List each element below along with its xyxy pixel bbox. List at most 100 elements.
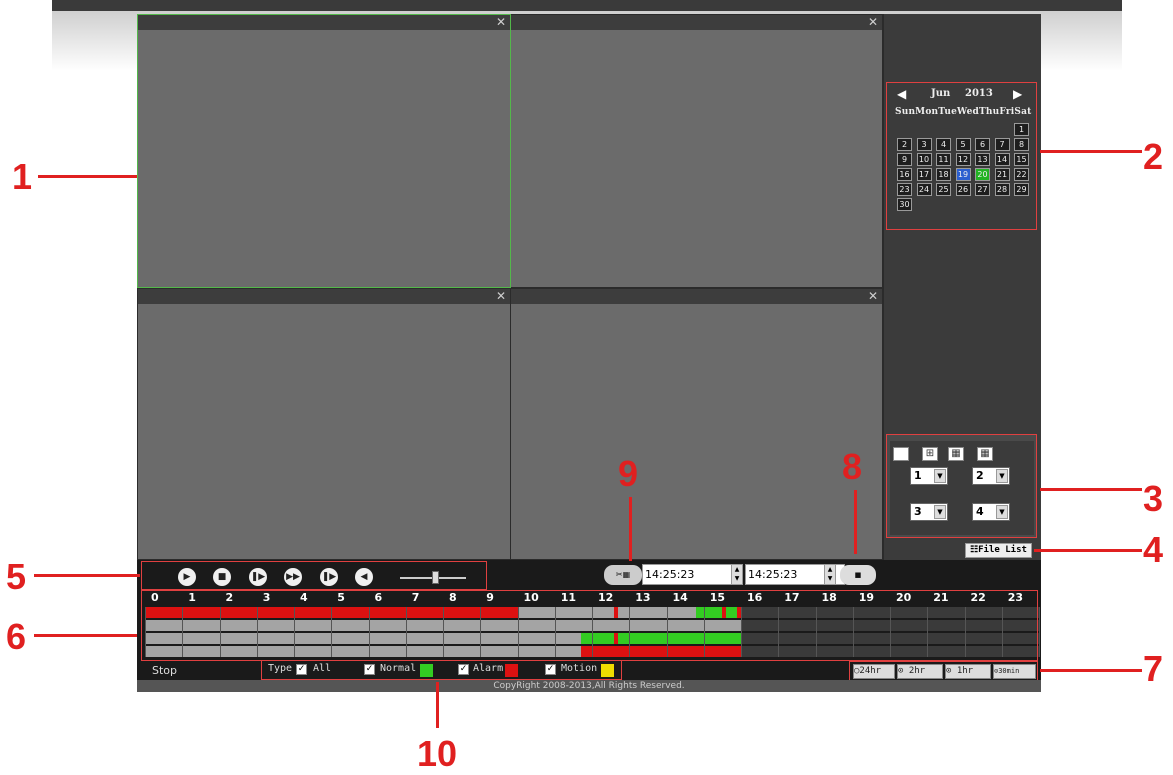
calendar-day[interactable]: 15: [1014, 153, 1029, 166]
play-icon[interactable]: ▶: [178, 568, 196, 586]
zoom-30min-radio[interactable]: ⊙30min: [993, 664, 1036, 679]
video-pane-1[interactable]: ✕: [137, 14, 511, 288]
channel-select-1[interactable]: 1 ▼: [910, 467, 948, 485]
start-time-spinner[interactable]: ▲ ▼: [731, 564, 743, 585]
channel-select-value: 1: [914, 469, 922, 482]
zoom-label: 1hr: [956, 666, 974, 676]
alarm-label: Alarm: [473, 663, 504, 674]
playback-status: Stop: [152, 664, 178, 677]
top-menu-bar: [52, 0, 1122, 11]
zoom-label: 30min: [998, 667, 1020, 675]
calendar-header: ◀ Jun 2013 ▶: [887, 87, 1036, 103]
calendar-day[interactable]: 28: [994, 183, 1010, 196]
pane-header: [511, 15, 882, 30]
start-time-input[interactable]: 14:25:23: [642, 564, 742, 585]
video-pane-4[interactable]: ✕: [511, 289, 882, 559]
video-pane-3[interactable]: ✕: [138, 289, 510, 559]
calendar-day[interactable]: 12: [955, 153, 971, 166]
alarm-checkbox[interactable]: ✓: [458, 664, 469, 675]
zoom-24hr-radio[interactable]: ○24hr: [853, 664, 895, 679]
timeline-frame: [141, 590, 1038, 661]
save-icon[interactable]: ▪: [840, 565, 876, 585]
close-icon[interactable]: ✕: [496, 15, 506, 30]
close-icon[interactable]: ✕: [868, 15, 878, 30]
chevron-down-icon: ▼: [996, 505, 1008, 519]
chevron-down-icon: ▼: [934, 505, 946, 519]
calendar-day[interactable]: 19: [955, 168, 971, 181]
video-pane-2[interactable]: ✕: [511, 15, 882, 287]
calendar-day[interactable]: 17: [916, 168, 932, 181]
all-checkbox[interactable]: ✓: [296, 664, 307, 675]
calendar-day[interactable]: 3: [916, 138, 932, 151]
next-month-icon[interactable]: ▶: [1013, 87, 1022, 101]
pane-header: [138, 15, 510, 30]
clip-icon[interactable]: ✂▦: [604, 565, 642, 585]
calendar-day[interactable]: 4: [936, 138, 951, 151]
motion-checkbox[interactable]: ✓: [545, 664, 556, 675]
playback-controls: ▶ ■ ❚▶ ▶▶ ❚▶ ◀: [141, 561, 487, 590]
volume-icon[interactable]: ◀: [355, 568, 373, 586]
calendar-day[interactable]: 21: [994, 168, 1010, 181]
calendar-day[interactable]: 29: [1014, 183, 1029, 196]
close-icon[interactable]: ✕: [496, 289, 506, 304]
channel-select-3[interactable]: 3 ▼: [910, 503, 948, 521]
calendar-day[interactable]: 16: [897, 168, 912, 181]
step-forward-icon[interactable]: ❚▶: [320, 568, 338, 586]
calendar-day[interactable]: 23: [897, 183, 912, 196]
zoom-1hr-radio[interactable]: ⊙ 1hr: [945, 664, 991, 679]
callout-line: [38, 175, 137, 178]
calendar-day[interactable]: 25: [936, 183, 951, 196]
callout-line: [854, 490, 857, 554]
prev-month-icon[interactable]: ◀: [897, 87, 906, 101]
calendar-day[interactable]: 14: [994, 153, 1010, 166]
zoom-label: 24hr: [859, 666, 882, 676]
split-1-icon[interactable]: [893, 447, 909, 461]
split-4-icon[interactable]: ⊞: [922, 447, 938, 461]
callout-2: 2: [1143, 136, 1164, 177]
calendar-day[interactable]: 22: [1014, 168, 1029, 181]
calendar-day[interactable]: 5: [955, 138, 971, 151]
callout-7: 7: [1143, 648, 1164, 689]
calendar-day[interactable]: 2: [897, 138, 912, 151]
timeline-hour-label: 24: [1045, 591, 1061, 604]
calendar-day[interactable]: 11: [936, 153, 951, 166]
timeline-gridline: [1039, 607, 1040, 657]
fast-forward-icon[interactable]: ▶▶: [284, 568, 302, 586]
calendar-day[interactable]: 8: [1014, 138, 1029, 151]
callout-line: [1040, 488, 1142, 491]
channel-select-4[interactable]: 4 ▼: [972, 503, 1010, 521]
calendar-day[interactable]: 20: [975, 168, 990, 181]
calendar-weekdays: SunMonTueWedThuFriSat: [895, 107, 1032, 117]
pause-icon[interactable]: ❚▶: [249, 568, 267, 586]
calendar-day[interactable]: 6: [975, 138, 990, 151]
calendar-month: Jun: [931, 88, 951, 99]
split-9-icon[interactable]: ▦: [948, 447, 964, 461]
calendar-day[interactable]: 7: [994, 138, 1010, 151]
callout-3: 3: [1143, 478, 1164, 519]
normal-label: Normal: [380, 663, 417, 674]
close-icon[interactable]: ✕: [868, 289, 878, 304]
calendar-day[interactable]: 18: [936, 168, 951, 181]
calendar-day[interactable]: 1: [1014, 123, 1029, 136]
end-time-spinner[interactable]: ▲ ▼: [824, 564, 836, 585]
alarm-swatch: [505, 664, 518, 677]
calendar-day[interactable]: 13: [975, 153, 990, 166]
volume-slider-knob[interactable]: [432, 571, 439, 584]
file-list-button[interactable]: ☷File List: [965, 543, 1032, 558]
channel-select-2[interactable]: 2 ▼: [972, 467, 1010, 485]
calendar-day[interactable]: 10: [916, 153, 932, 166]
stop-icon[interactable]: ■: [213, 568, 231, 586]
chevron-down-icon: ▼: [996, 469, 1008, 483]
file-list-label: File List: [978, 545, 1027, 555]
callout-line: [629, 497, 632, 561]
calendar-day[interactable]: 27: [975, 183, 990, 196]
copyright: CopyRight 2008-2013,All Rights Reserved.: [137, 680, 1041, 692]
callout-8: 8: [842, 446, 863, 487]
calendar-day[interactable]: 24: [916, 183, 932, 196]
calendar-day[interactable]: 26: [955, 183, 971, 196]
calendar-day[interactable]: 9: [897, 153, 912, 166]
zoom-2hr-radio[interactable]: ⊙ 2hr: [897, 664, 943, 679]
normal-checkbox[interactable]: ✓: [364, 664, 375, 675]
split-16-icon[interactable]: ▦: [977, 447, 993, 461]
calendar-day[interactable]: 30: [897, 198, 912, 211]
